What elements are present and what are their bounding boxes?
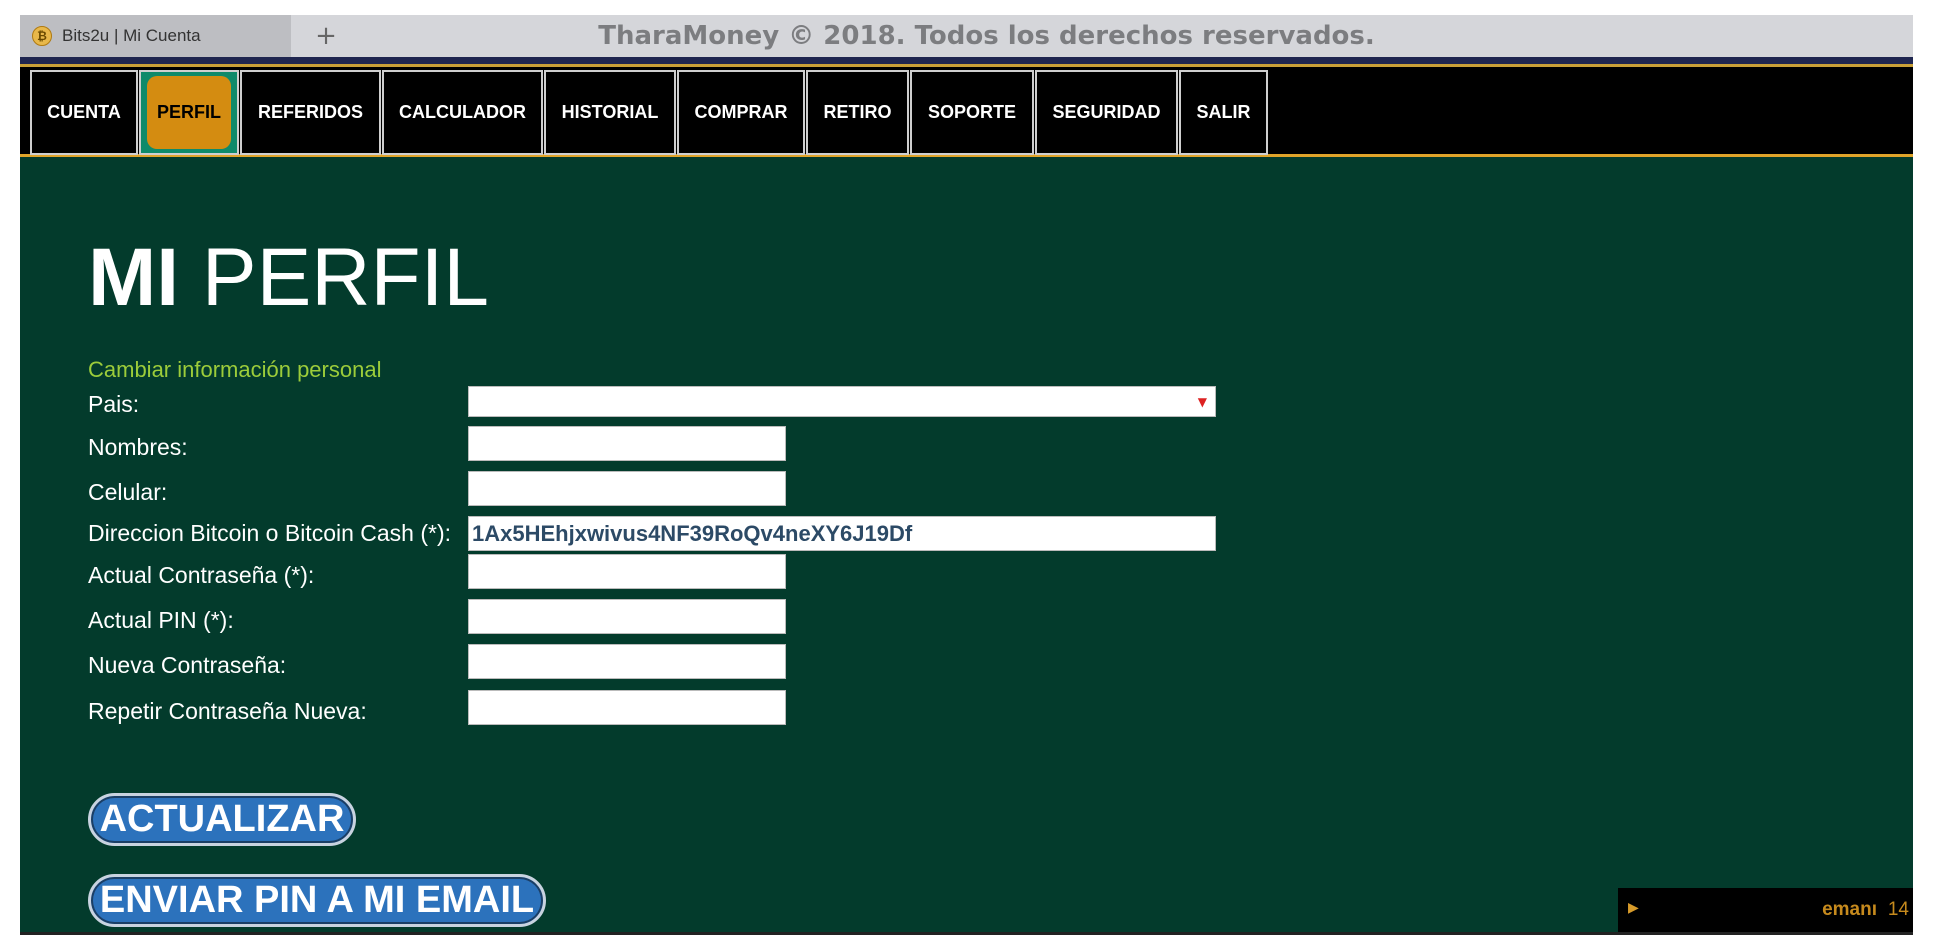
nav-label: CUENTA (47, 102, 121, 122)
nav-item-calculador[interactable]: CALCULADOR (382, 70, 543, 155)
nav-item-referidos[interactable]: REFERIDOS (240, 70, 381, 155)
caret-right-icon: ▶ (1628, 900, 1639, 916)
widget-user: emanı (1822, 899, 1877, 920)
tab-title: Bits2u | Mi Cuenta (62, 26, 201, 45)
names-input[interactable] (468, 426, 786, 461)
nav-label: SALIR (1196, 102, 1251, 122)
profile-panel: MI PERFIL Cambiar información personal P… (20, 157, 1913, 932)
send-pin-button[interactable]: ENVIAR PIN A MI EMAIL (88, 874, 546, 927)
page-title-rest: PERFIL (201, 232, 489, 323)
names-label: Nombres: (88, 434, 188, 460)
nav-item-seguridad[interactable]: SEGURIDAD (1035, 70, 1178, 155)
current-password-label: Actual Contraseña (*): (88, 562, 315, 588)
phone-input[interactable] (468, 471, 786, 506)
nav-item-retiro[interactable]: RETIRO (806, 70, 909, 155)
nav-label: HISTORIAL (561, 102, 659, 122)
nav-item-comprar[interactable]: COMPRAR (677, 70, 805, 155)
nav-item-soporte[interactable]: SOPORTE (910, 70, 1034, 155)
new-tab-button[interactable]: + (306, 15, 346, 57)
bitcoin-icon: ₿ (32, 26, 52, 46)
browser-tab[interactable]: ₿ Bits2u | Mi Cuenta (20, 15, 291, 57)
new-password-input[interactable] (468, 644, 786, 679)
user-widget[interactable]: ▶ emanı 14 (1618, 888, 1913, 932)
nav-item-cuenta[interactable]: CUENTA (30, 70, 138, 155)
browser-tab-bar: ₿ Bits2u | Mi Cuenta + TharaMoney © 2018… (20, 15, 1913, 57)
bitcoin-address-value: 1Ax5HEhjxwivus4NF39RoQv4neXY6J19Df (472, 521, 913, 546)
nav-active-pill: PERFIL (147, 76, 231, 149)
nav-label: PERFIL (156, 102, 221, 122)
section-subtitle: Cambiar información personal (88, 357, 382, 382)
widget-number: 14 (1887, 899, 1909, 920)
bitcoin-address-label: Direccion Bitcoin o Bitcoin Cash (*): (88, 520, 452, 546)
update-button[interactable]: ACTUALIZAR (88, 793, 356, 846)
page-title: MI PERFIL (88, 237, 489, 319)
repeat-password-input[interactable] (468, 690, 786, 725)
bitcoin-address-input[interactable]: 1Ax5HEhjxwivus4NF39RoQv4neXY6J19Df (468, 516, 1216, 551)
nav-label: SEGURIDAD (1052, 102, 1161, 122)
repeat-password-label: Repetir Contraseña Nueva: (88, 698, 367, 724)
page-title-bold: MI (88, 232, 180, 323)
phone-label: Celular: (88, 479, 168, 505)
current-password-input[interactable] (468, 554, 786, 589)
nav-label: SOPORTE (927, 102, 1016, 122)
nav-item-salir[interactable]: SALIR (1179, 70, 1268, 155)
current-pin-label: Actual PIN (*): (88, 607, 234, 633)
country-select[interactable]: ▼ (468, 386, 1216, 417)
nav-label: COMPRAR (694, 102, 788, 122)
country-label: Pais: (88, 391, 140, 417)
nav-label: RETIRO (823, 102, 892, 122)
nav-item-historial[interactable]: HISTORIAL (544, 70, 676, 155)
nav-label: CALCULADOR (399, 102, 526, 122)
bottom-border (20, 932, 1913, 935)
main-nav: CUENTA PERFIL REFERIDOS CALCULADOR HISTO… (20, 64, 1913, 157)
dropdown-arrow-icon: ▼ (1197, 395, 1207, 409)
header-divider (20, 57, 1913, 64)
current-pin-input[interactable] (468, 599, 786, 634)
nav-label: REFERIDOS (257, 102, 363, 122)
nav-item-perfil[interactable]: PERFIL (139, 70, 239, 155)
new-password-label: Nueva Contraseña: (88, 652, 287, 678)
page-heading: TharaMoney © 2018. Todos los derechos re… (598, 21, 1375, 51)
